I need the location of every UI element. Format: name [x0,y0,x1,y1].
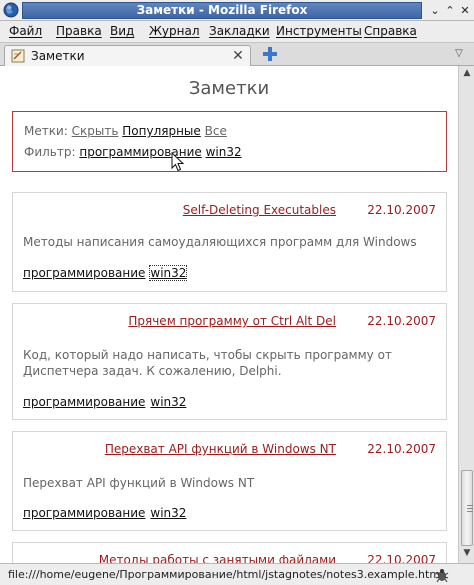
note-card: Прячем программу от Ctrl Alt Del 22.10.2… [12,303,447,420]
note-date: 22.10.2007 [367,314,436,328]
note-description: Код, который надо написать, чтобы скрыть… [23,348,392,378]
note-title-link[interactable]: Перехват API функций в Windows NT [13,442,336,456]
popular-tags-link[interactable]: Популярные [122,124,201,138]
all-tags-link[interactable]: Все [205,124,227,138]
note-tag-programming[interactable]: программирование [23,395,145,409]
close-tab-icon[interactable]: ✕ [231,49,245,63]
maximize-button[interactable]: ⌃ [443,3,457,17]
menu-view[interactable]: Вид [110,24,134,38]
note-tags: программирование win32 [23,395,191,409]
note-tag-win32[interactable]: win32 [149,265,188,281]
mouse-pointer-icon [171,152,185,172]
scrollbar-thumb[interactable] [461,470,473,546]
status-bar: file:///home/eugene/Программирование/htm… [0,563,474,585]
menu-file[interactable]: Файл [9,24,42,38]
menu-bar: Файл Правка Вид Журнал Закладки Инструме… [0,21,474,42]
note-tag-programming[interactable]: программирование [23,266,145,280]
note-date: 22.10.2007 [367,442,436,456]
note-date: 22.10.2007 [367,203,436,217]
note-card: Перехват API функций в Windows NT 22.10.… [12,431,447,531]
menu-bookmarks[interactable]: Закладки [209,24,270,38]
vertical-scrollbar[interactable]: ▲ ▼ [458,66,474,563]
scroll-down-arrow-icon[interactable]: ▼ [461,548,473,560]
note-tags: программирование win32 [23,265,191,281]
scroll-up-arrow-icon[interactable]: ▲ [461,68,473,80]
tags-label: Метки: [24,124,68,138]
close-window-button[interactable]: ✕ [458,3,472,17]
page-favicon-icon [11,49,25,63]
window-title: Заметки - Mozilla Firefox [136,3,308,17]
minimize-button[interactable]: ⌄ [428,3,442,17]
page-content: Заметки Метки: Скрыть Популярные Все Фил… [0,66,458,563]
tag-filter-box: Метки: Скрыть Популярные Все Фильтр: про… [12,111,447,172]
new-tab-plus-icon[interactable] [262,46,278,62]
firefox-globe-icon [3,2,19,18]
note-date: 22.10.2007 [367,553,436,563]
hide-tags-link[interactable]: Скрыть [72,124,119,138]
status-url: file:///home/eugene/Программирование/htm… [8,568,444,581]
note-title-link[interactable]: Методы работы с занятыми файлами [13,553,336,563]
menu-edit[interactable]: Правка [56,24,102,38]
bug-icon[interactable] [434,567,450,583]
menu-help[interactable]: Справка [364,24,417,38]
note-title-link[interactable]: Self-Deleting Executables [13,203,336,217]
title-bar: Заметки - Mozilla Firefox ⌄ ⌃ ✕ [0,0,474,21]
tab-title: Заметки [31,49,85,63]
note-tag-win32[interactable]: win32 [150,506,186,520]
note-tags: программирование win32 [23,506,191,520]
note-card: Self-Deleting Executables 22.10.2007 Мет… [12,192,447,292]
tab-list-dropdown-icon[interactable]: ▽ [452,48,466,60]
menu-tools[interactable]: Инструменты [276,24,362,38]
note-description: Перехват API функций в Windows NT [23,476,255,490]
filter-label: Фильтр: [24,145,76,159]
note-tag-win32[interactable]: win32 [150,395,186,409]
note-description: Методы написания самоудаляющихся програм… [23,235,417,249]
tab-strip: Заметки ✕ ▽ [0,42,474,67]
note-tag-programming[interactable]: программирование [23,506,145,520]
filter-line: Фильтр: программирование win32 [24,145,242,159]
note-title-link[interactable]: Прячем программу от Ctrl Alt Del [13,314,336,328]
tags-line: Метки: Скрыть Популярные Все [24,124,227,138]
menu-history[interactable]: Журнал [149,24,200,38]
note-card: Методы работы с занятыми файлами 22.10.2… [12,542,447,563]
tab-notes[interactable]: Заметки ✕ [4,45,251,67]
page-title: Заметки [188,78,270,99]
filter-tag-win32[interactable]: win32 [206,145,242,159]
